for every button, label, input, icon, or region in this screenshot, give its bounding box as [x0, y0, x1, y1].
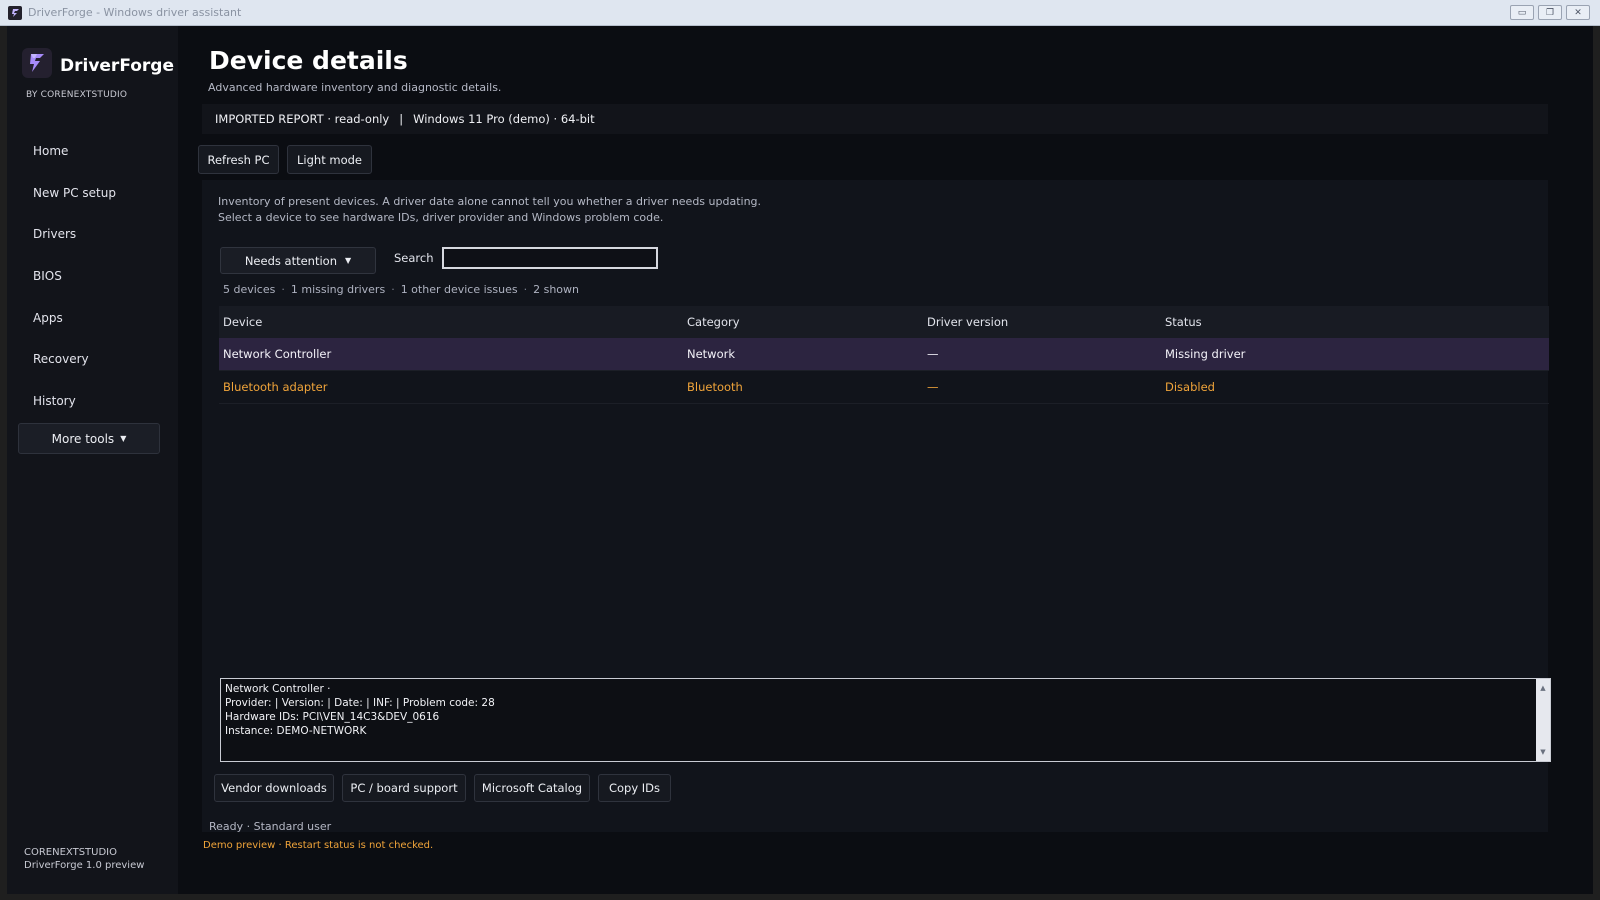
details-line: Hardware IDs: PCI\VEN_14C3&DEV_0616 [225, 711, 440, 723]
summary-separator: · [281, 283, 285, 296]
status-text: Ready · Standard user [209, 820, 332, 833]
search-input[interactable] [442, 247, 658, 269]
column-header-device[interactable]: Device [219, 315, 685, 329]
board-support-button[interactable]: PC / board support [342, 774, 466, 802]
window-bottom-border [0, 894, 1600, 900]
sidebar-item-home[interactable]: Home [7, 130, 178, 172]
details-line: Network Controller · [225, 683, 331, 695]
vendor-downloads-button[interactable]: Vendor downloads [214, 774, 334, 802]
device-summary: 5 devices · 1 missing drivers · 1 other … [223, 283, 579, 296]
column-header-driver-version[interactable]: Driver version [925, 315, 1163, 329]
sidebar-nav: Home New PC setup Drivers BIOS Apps Reco… [7, 130, 178, 422]
device-cell: Network Controller [223, 347, 332, 361]
demo-warning: Demo preview · Restart status is not che… [203, 840, 434, 851]
sidebar-item-apps[interactable]: Apps [7, 297, 178, 339]
report-mode: IMPORTED REPORT · read-only [215, 112, 390, 126]
sidebar: DriverForge BY CORENEXTSTUDIO Home New P… [7, 26, 178, 894]
filter-label: Needs attention [244, 253, 337, 268]
scroll-down-icon[interactable]: ▼ [1540, 745, 1545, 759]
sidebar-item-bios[interactable]: BIOS [7, 255, 178, 297]
column-header-category[interactable]: Category [685, 315, 925, 329]
intro-line: Inventory of present devices. A driver d… [218, 195, 762, 208]
app-logo-icon [8, 5, 22, 20]
summary-separator: · [523, 283, 528, 296]
close-icon[interactable]: ✕ [1566, 5, 1590, 20]
brand-name: DriverForge [60, 56, 175, 76]
restore-icon[interactable]: ❐ [1538, 5, 1562, 20]
caret-down-icon: ▼ [120, 434, 127, 443]
sidebar-item-drivers[interactable]: Drivers [7, 213, 178, 255]
table-row[interactable]: Bluetooth adapter Bluetooth — Disabled [219, 371, 1549, 404]
details-line: Instance: DEMO-NETWORK [225, 725, 367, 737]
issue-count: 1 other device issues [400, 283, 518, 296]
summary-separator: · [391, 283, 395, 296]
caret-down-icon: ▼ [345, 256, 352, 265]
panel-intro: Inventory of present devices. A driver d… [218, 194, 761, 226]
version-cell: — [927, 380, 939, 394]
filter-dropdown[interactable]: Needs attention ▼ [220, 247, 376, 274]
brand: DriverForge [22, 48, 174, 78]
search-label: Search [394, 251, 434, 265]
sidebar-item-new-pc-setup[interactable]: New PC setup [7, 172, 178, 214]
shown-count: 2 shown [533, 283, 580, 296]
category-cell: Network [687, 347, 736, 361]
microsoft-catalog-button[interactable]: Microsoft Catalog [474, 774, 590, 802]
sidebar-item-history[interactable]: History [7, 380, 178, 422]
sidebar-item-label: Drivers [33, 227, 77, 242]
sidebar-item-label: BIOS [33, 268, 62, 283]
window-title: DriverForge - Windows driver assistant [28, 6, 242, 19]
sidebar-item-label: History [33, 393, 76, 408]
status-cell: Disabled [1165, 380, 1215, 394]
app-version: DriverForge 1.0 preview [24, 860, 145, 871]
missing-count: 1 missing drivers [290, 283, 386, 296]
details-line: Provider: | Version: | Date: | INF: | Pr… [225, 697, 495, 709]
device-cell: Bluetooth adapter [223, 380, 328, 394]
company-name: CORENEXTSTUDIO [24, 847, 117, 858]
report-info-bar: IMPORTED REPORT · read-only | Windows 11… [202, 104, 1548, 134]
sidebar-item-label: Apps [33, 310, 63, 325]
page-subtitle: Advanced hardware inventory and diagnost… [208, 81, 502, 94]
minimize-icon[interactable]: ▭ [1510, 5, 1534, 20]
refresh-pc-button[interactable]: Refresh PC [198, 145, 279, 174]
intro-line: Select a device to see hardware IDs, dri… [218, 211, 664, 224]
device-details-textbox[interactable]: Network Controller · Provider: | Version… [220, 678, 1551, 762]
page-title: Device details [209, 46, 408, 75]
sidebar-item-label: Recovery [33, 352, 89, 367]
category-cell: Bluetooth [687, 380, 743, 394]
sidebar-footer: CORENEXTSTUDIO DriverForge 1.0 preview [24, 846, 144, 872]
sidebar-item-recovery[interactable]: Recovery [7, 338, 178, 380]
device-count: 5 devices [223, 283, 276, 296]
device-panel: Inventory of present devices. A driver d… [202, 180, 1551, 832]
os-info: Windows 11 Pro (demo) · 64-bit [413, 112, 595, 126]
status-cell: Missing driver [1165, 347, 1246, 361]
device-table: Device Category Driver version Status Ne… [219, 306, 1549, 404]
separator: | [399, 112, 404, 126]
more-tools-button[interactable]: More tools ▼ [18, 423, 160, 454]
light-mode-button[interactable]: Light mode [287, 145, 372, 174]
sidebar-item-label: New PC setup [33, 185, 116, 200]
brand-subtitle: BY CORENEXTSTUDIO [26, 90, 128, 100]
more-tools-label: More tools [51, 431, 115, 446]
table-row[interactable]: Network Controller Network — Missing dri… [219, 338, 1549, 371]
driverforge-logo-icon [22, 48, 52, 78]
sidebar-item-label: Home [33, 143, 69, 158]
version-cell: — [927, 347, 939, 361]
scroll-up-icon[interactable]: ▲ [1540, 681, 1545, 695]
main-content: Device details Advanced hardware invento… [178, 26, 1593, 894]
copy-ids-button[interactable]: Copy IDs [598, 774, 671, 802]
details-scrollbar[interactable]: ▲ ▼ [1536, 679, 1550, 761]
column-header-status[interactable]: Status [1163, 315, 1463, 329]
window-titlebar: DriverForge - Windows driver assistant ▭… [0, 0, 1600, 26]
table-header: Device Category Driver version Status [219, 306, 1549, 338]
